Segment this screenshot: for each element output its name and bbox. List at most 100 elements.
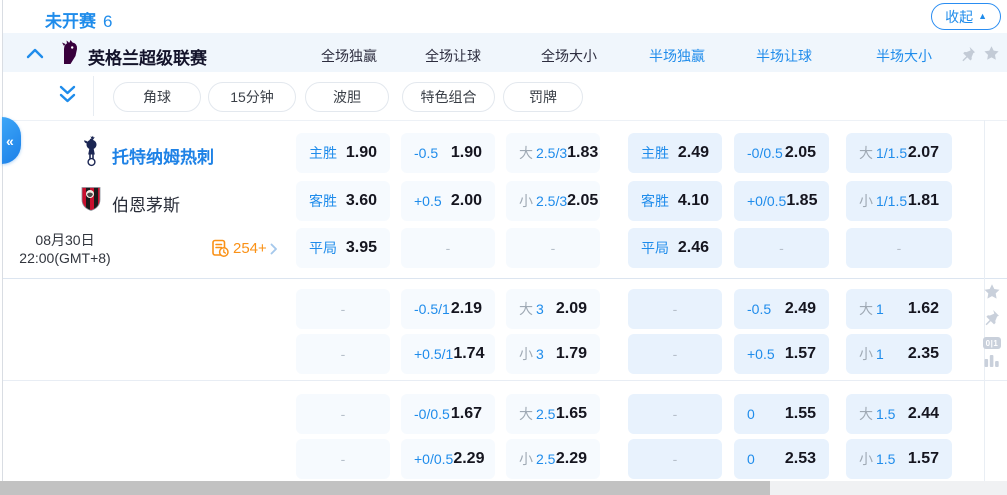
collapse-button[interactable]: 收起 ▲	[931, 3, 1001, 30]
odds-cell[interactable]: +0.5/11.74	[401, 334, 495, 374]
odds-cell[interactable]: 大2.51.65	[506, 394, 600, 434]
market-block-divider	[3, 278, 1007, 279]
odds-cell[interactable]: 平局3.95	[296, 228, 390, 268]
line-label: 2.5	[536, 451, 555, 467]
odds-label: +0.5	[747, 346, 775, 362]
odds-cell-empty: -	[296, 394, 390, 434]
odds-cell[interactable]: -0.51.90	[401, 133, 495, 173]
line-label: -0/0.5	[747, 145, 783, 161]
odds-cell[interactable]: 大32.09	[506, 289, 600, 329]
ou-direction-label: 大	[859, 299, 873, 319]
odds-cell[interactable]: 小1/1.51.81	[846, 181, 952, 221]
tab-correct-score[interactable]: 波胆	[305, 82, 389, 112]
odds-cell[interactable]: +0/0.51.85	[734, 181, 829, 221]
column-header-ht-handicap[interactable]: 半场让球	[739, 46, 829, 66]
ou-direction-label: 小	[519, 344, 533, 364]
line-label: 1/1.5	[876, 193, 907, 209]
odds-cell[interactable]: 02.53	[734, 439, 829, 479]
star-icon[interactable]	[983, 45, 1000, 62]
odds-cell[interactable]: 主胜2.49	[628, 133, 722, 173]
odds-label: 大3	[519, 299, 544, 319]
triangle-up-icon: ▲	[978, 12, 987, 21]
stats-bar-chart-icon[interactable]	[983, 353, 1000, 368]
chevron-up-icon[interactable]	[26, 48, 44, 59]
line-label: +0/0.5	[414, 451, 453, 467]
horizontal-scrollbar-track[interactable]	[0, 481, 1007, 495]
ou-direction-label: 小	[519, 191, 533, 211]
odds-cell[interactable]: 小1.5 1.57	[846, 439, 952, 479]
odds-cell[interactable]: 小2.52.29	[506, 439, 600, 479]
odds-cell[interactable]: 大1.52.44	[846, 394, 952, 434]
odds-value: 2.05	[567, 192, 598, 210]
betting-page: 未开赛6 收起 ▲ 英格兰超级联赛 全场独赢 全场让球 全场大小 半场独赢 半场…	[0, 0, 1007, 495]
odds-label: 大2.5	[519, 404, 555, 424]
line-label: 1	[876, 346, 884, 362]
line-label: 主胜	[309, 143, 337, 163]
odds-cell-empty: -	[846, 228, 952, 268]
odds-cell[interactable]: 大11.62	[846, 289, 952, 329]
league-name[interactable]: 英格兰超级联赛	[88, 44, 207, 69]
zero-one-odds-format-icon[interactable]: 0|1	[983, 337, 1001, 349]
ou-direction-label: 小	[519, 449, 533, 469]
line-label: -0.5	[747, 301, 771, 317]
odds-label: 客胜	[309, 191, 337, 211]
odds-cell[interactable]: +0/0.52.29	[401, 439, 495, 479]
odds-label: 小1/1.5	[859, 191, 907, 211]
odds-value: 1.57	[908, 450, 939, 468]
odds-cell[interactable]: 平局2.46	[628, 228, 722, 268]
odds-cell[interactable]: -0.52.49	[734, 289, 829, 329]
odds-cell[interactable]: 大1/1.52.07	[846, 133, 952, 173]
line-label: 3	[536, 301, 544, 317]
chevron-right-icon	[270, 243, 278, 255]
horizontal-scrollbar-thumb[interactable]	[0, 481, 770, 495]
pin-match-icon[interactable]	[983, 309, 1000, 326]
odds-cell[interactable]: +0.51.57	[734, 334, 829, 374]
status-count: 6	[103, 12, 112, 31]
odds-label: -0.5	[747, 301, 771, 317]
column-header-ht-1x2[interactable]: 半场独赢	[632, 46, 722, 66]
ou-direction-label: 大	[519, 404, 533, 424]
odds-cell[interactable]: 主胜 1.90	[296, 133, 390, 173]
tab-15min[interactable]: 15分钟	[208, 82, 296, 112]
odds-cell[interactable]: 客胜3.60	[296, 181, 390, 221]
odds-cell[interactable]: 小2.5/32.05	[506, 181, 600, 221]
odds-label: 大2.5/3	[519, 143, 567, 163]
home-team-name[interactable]: 托特纳姆热刺	[112, 143, 214, 168]
odds-label: 平局	[641, 238, 669, 258]
league-header-band: 英格兰超级联赛 全场独赢 全场让球 全场大小 半场独赢 半场让球 半场大小	[3, 33, 1007, 72]
line-label: 0	[747, 406, 755, 422]
odds-cell[interactable]: +0.52.00	[401, 181, 495, 221]
empty-dash: -	[897, 240, 902, 256]
odds-cell[interactable]: -0.5/12.19	[401, 289, 495, 329]
column-header-ft-1x2: 全场独赢	[304, 46, 394, 66]
pin-icon[interactable]	[960, 46, 976, 62]
away-team-name[interactable]: 伯恩茅斯	[112, 191, 180, 216]
ou-direction-label: 小	[859, 344, 873, 364]
column-header-ht-ou[interactable]: 半场大小	[859, 46, 949, 66]
line-label: 1.5	[876, 451, 895, 467]
rail-badge-label: 0|1	[986, 339, 999, 348]
odds-label: -0/0.5	[747, 145, 783, 161]
odds-value: 1.83	[567, 144, 598, 162]
odds-cell[interactable]: 大2.5/31.83	[506, 133, 600, 173]
more-markets-link[interactable]: 254+	[211, 239, 278, 258]
odds-cell[interactable]: 客胜4.10	[628, 181, 722, 221]
ou-direction-label: 大	[859, 143, 873, 163]
odds-cell-empty: -	[506, 228, 600, 268]
double-chevron-down-icon[interactable]	[59, 85, 76, 104]
line-label: 客胜	[309, 191, 337, 211]
odds-cell[interactable]: 01.55	[734, 394, 829, 434]
odds-cell[interactable]: 小31.79	[506, 334, 600, 374]
favorite-star-icon[interactable]	[983, 283, 1001, 301]
match-date: 08月30日	[0, 230, 130, 250]
tab-corners[interactable]: 角球	[113, 82, 201, 112]
tab-cards[interactable]: 罚牌	[503, 82, 583, 112]
tab-special-combo[interactable]: 特色组合	[402, 82, 495, 112]
odds-value: 1.90	[346, 144, 377, 162]
odds-cell[interactable]: -0/0.51.67	[401, 394, 495, 434]
odds-cell[interactable]: 小12.35	[846, 334, 952, 374]
sidebar-collapse-handle[interactable]: «	[2, 117, 21, 164]
odds-cell[interactable]: -0/0.52.05	[734, 133, 829, 173]
line-label: 平局	[309, 238, 337, 258]
ou-direction-label: 小	[859, 449, 873, 469]
